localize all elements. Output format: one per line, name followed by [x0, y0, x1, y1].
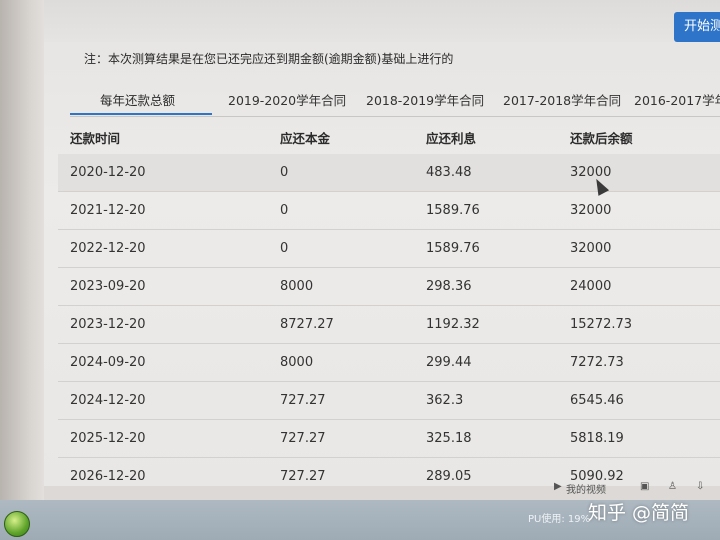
cell-principal: 8000 — [280, 355, 314, 370]
top-bar: 开始测 — [44, 0, 720, 42]
windows-start-icon[interactable] — [4, 511, 30, 537]
tab-yearly-total[interactable]: 每年还款总额 — [100, 90, 175, 109]
cell-date: 2025-12-20 — [70, 431, 146, 446]
cell-principal: 8000 — [280, 279, 314, 294]
header-repay-date: 还款时间 — [70, 131, 121, 146]
table-row: 2023-09-20 8000 298.36 24000 — [58, 268, 720, 306]
cell-interest: 483.48 — [426, 165, 472, 180]
cell-interest: 298.36 — [426, 279, 472, 294]
cell-date: 2021-12-20 — [70, 203, 146, 218]
cell-interest: 362.3 — [426, 393, 464, 408]
cell-interest: 299.44 — [426, 355, 472, 370]
repayment-table: 2020-12-20 0 483.48 32000 2021-12-20 0 1… — [58, 154, 720, 486]
download-icon[interactable]: ⇩ — [696, 481, 704, 492]
cell-balance: 32000 — [570, 165, 612, 180]
cell-interest: 1589.76 — [426, 203, 480, 218]
tab-2016-2017[interactable]: 2016-2017学年 — [634, 90, 720, 109]
cell-balance: 32000 — [570, 203, 612, 218]
cell-principal: 0 — [280, 203, 289, 218]
tab-2019-2020[interactable]: 2019-2020学年合同 — [228, 90, 346, 109]
cell-balance: 15272.73 — [570, 317, 633, 332]
cell-date: 2022-12-20 — [70, 241, 146, 256]
header-balance: 还款后余额 — [570, 131, 633, 146]
cell-interest: 1589.76 — [426, 241, 480, 256]
cell-date: 2024-12-20 — [70, 393, 146, 408]
image-icon[interactable]: ▣ — [640, 481, 649, 492]
cell-interest: 1192.32 — [426, 317, 480, 332]
app-window: 开始测 注：本次测算结果是在您已还完应还到期金额(逾期金额)基础上进行的 每年还… — [44, 0, 720, 486]
cell-date: 2024-09-20 — [70, 355, 146, 370]
calculation-note: 注：本次测算结果是在您已还完应还到期金额(逾期金额)基础上进行的 — [84, 52, 454, 66]
monitor-bezel — [0, 0, 44, 540]
table-row: 2021-12-20 0 1589.76 32000 — [58, 192, 720, 230]
cell-principal: 8727.27 — [280, 317, 334, 332]
tab-2018-2019[interactable]: 2018-2019学年合同 — [366, 90, 484, 109]
table-row: 2025-12-20 727.27 325.18 5818.19 — [58, 420, 720, 458]
table-row: 2023-12-20 8727.27 1192.32 15272.73 — [58, 306, 720, 344]
cell-principal: 727.27 — [280, 393, 326, 408]
table-header: 还款时间 应还本金 应还利息 还款后余额 — [44, 118, 720, 154]
cell-balance: 24000 — [570, 279, 612, 294]
cpu-usage-status: PU使用: 19% — [528, 514, 591, 525]
cell-interest: 289.05 — [426, 469, 472, 484]
cell-date: 2023-09-20 — [70, 279, 146, 294]
shirt-icon[interactable]: ♙ — [668, 481, 677, 492]
tab-2017-2018[interactable]: 2017-2018学年合同 — [503, 90, 621, 109]
cell-date: 2020-12-20 — [70, 165, 146, 180]
cell-balance: 6545.46 — [570, 393, 624, 408]
video-toolbar: ▶ 我的视频 ▣ ♙ ⇩ — [548, 478, 720, 496]
cell-interest: 325.18 — [426, 431, 472, 446]
zhihu-watermark: 知乎 @简简 — [588, 502, 690, 524]
play-icon[interactable]: ▶ — [554, 481, 562, 492]
cell-balance: 7272.73 — [570, 355, 624, 370]
cell-balance: 32000 — [570, 241, 612, 256]
table-row: 2024-12-20 727.27 362.3 6545.46 — [58, 382, 720, 420]
cell-principal: 727.27 — [280, 431, 326, 446]
active-tab-indicator — [70, 113, 212, 115]
cell-principal: 727.27 — [280, 469, 326, 484]
my-video-link[interactable]: 我的视频 — [566, 481, 606, 496]
cell-principal: 0 — [280, 165, 289, 180]
cell-date: 2023-12-20 — [70, 317, 146, 332]
start-calculation-button[interactable]: 开始测 — [674, 12, 720, 42]
cell-principal: 0 — [280, 241, 289, 256]
table-row: 2024-09-20 8000 299.44 7272.73 — [58, 344, 720, 382]
table-row: 2022-12-20 0 1589.76 32000 — [58, 230, 720, 268]
contract-tabs: 每年还款总额 2019-2020学年合同 2018-2019学年合同 2017-… — [70, 84, 720, 117]
header-principal: 应还本金 — [280, 131, 331, 146]
cell-balance: 5818.19 — [570, 431, 624, 446]
table-row: 2020-12-20 0 483.48 32000 — [58, 154, 720, 192]
cell-date: 2026-12-20 — [70, 469, 146, 484]
header-interest: 应还利息 — [426, 131, 477, 146]
